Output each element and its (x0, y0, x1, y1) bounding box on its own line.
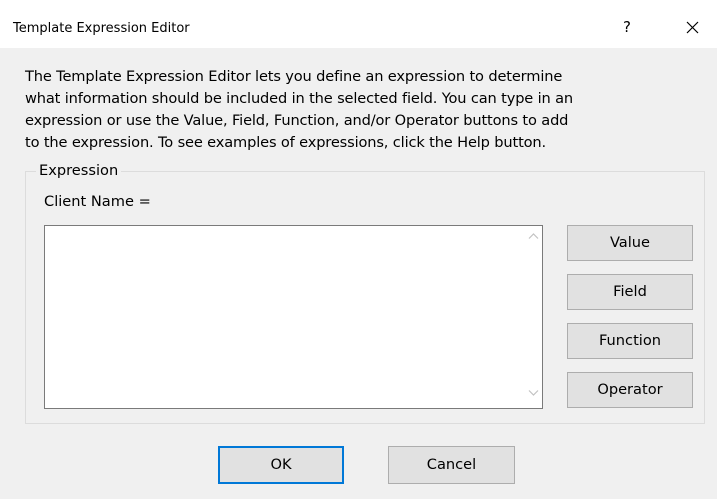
description-line: The Template Expression Editor lets you … (25, 68, 563, 85)
cancel-button[interactable]: Cancel (388, 446, 515, 484)
close-icon (686, 21, 698, 34)
description-line: expression or use the Value, Field, Func… (25, 112, 569, 129)
value-button[interactable]: Value (567, 225, 693, 261)
ok-button[interactable]: OK (218, 446, 344, 484)
field-button[interactable]: Field (567, 274, 693, 310)
expression-prefix-label: Client Name = (44, 193, 151, 210)
vertical-scrollbar[interactable] (525, 226, 542, 408)
close-button[interactable] (677, 12, 707, 42)
function-button[interactable]: Function (567, 323, 693, 359)
title-bar: Template Expression Editor ? (0, 0, 717, 48)
operator-button[interactable]: Operator (567, 372, 693, 408)
help-button[interactable]: ? (612, 12, 642, 42)
description-line: what information should be included in t… (25, 90, 574, 107)
window-title: Template Expression Editor (13, 21, 190, 36)
chevron-down-icon[interactable] (528, 389, 539, 397)
expression-group-label: Expression (36, 162, 122, 179)
description-line: to the expression. To see examples of ex… (25, 134, 547, 151)
description-text: The Template Expression Editor lets you … (25, 66, 705, 154)
expression-textarea[interactable] (44, 225, 543, 409)
chevron-up-icon[interactable] (528, 232, 539, 240)
